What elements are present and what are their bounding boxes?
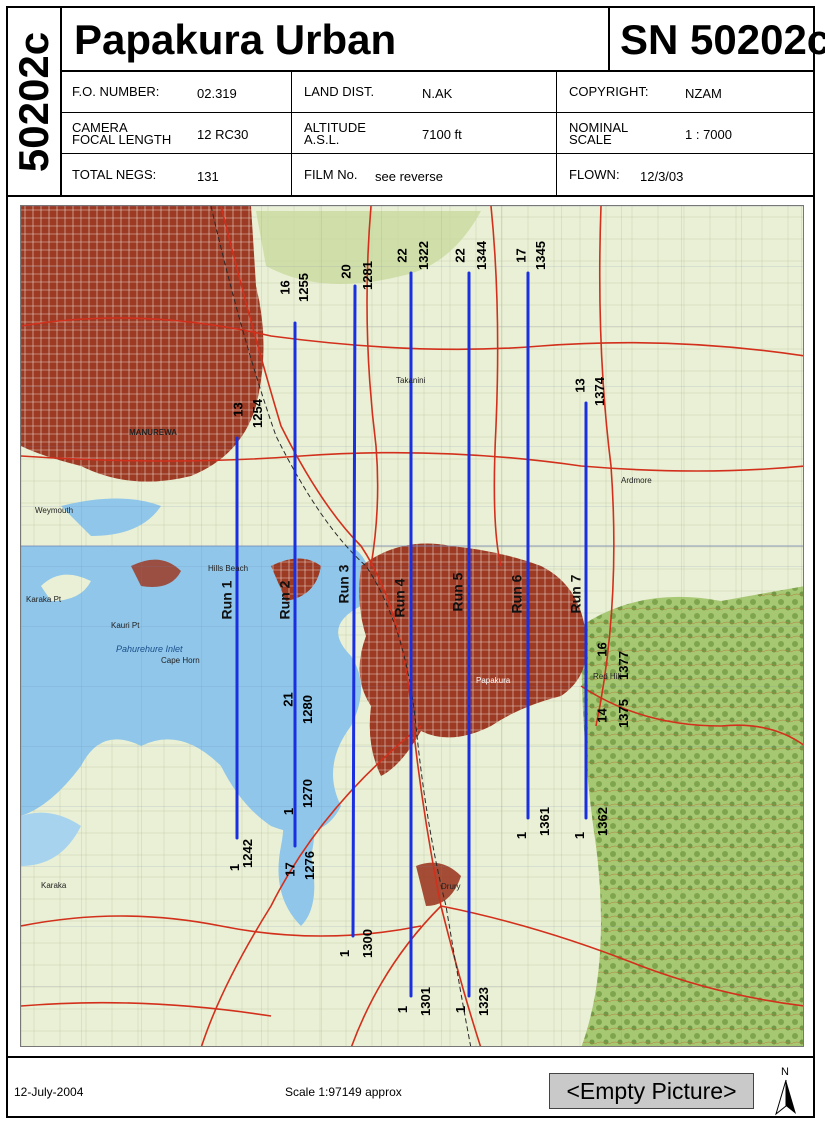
run-7-mid2-frame: 1375 [615, 699, 631, 728]
footer-scale: Scale 1:97149 approx [285, 1085, 402, 1099]
run-2-mid2-frame: 1270 [299, 779, 315, 808]
run-7-mid-frame: 1377 [615, 651, 631, 680]
total-negs-cell: TOTAL NEGS: 131 [62, 154, 292, 195]
run-1-start-film: 13 [230, 402, 246, 417]
fo-number-cell: F.O. NUMBER: 02.319 [62, 72, 292, 113]
total-negs-value: 131 [197, 169, 219, 184]
run-6-label: Run 6 [508, 574, 525, 614]
nominal-scale-value: 1 : 7000 [685, 127, 732, 142]
run-2-mid-frame: 1280 [299, 695, 315, 724]
metadata-row: F.O. NUMBER: 02.319 LAND DIST. N.AK COPY… [62, 72, 813, 113]
run-5-start-film: 22 [452, 248, 468, 263]
copyright-value: NZAM [685, 86, 722, 101]
run-7-mid2-film: 14 [594, 708, 610, 723]
run-2-start-film: 16 [277, 280, 293, 295]
camera-label-line2: FOCAL LENGTH [72, 132, 172, 147]
copyright-label: COPYRIGHT: [569, 84, 649, 99]
metadata-row: TOTAL NEGS: 131 FILM No. see reverse FLO… [62, 154, 813, 195]
altitude-label-line2: A.S.L. [304, 132, 340, 147]
footer: 12-July-2004 Scale 1:97149 approx <Empty… [8, 1056, 813, 1118]
map-sheet: 50202c Papakura Urban SN 50202c F.O. NUM… [6, 6, 825, 1118]
film-no-label: FILM No. [304, 167, 358, 182]
film-no-cell: FILM No. see reverse [292, 154, 557, 195]
film-no-value: see reverse [375, 169, 443, 184]
run-5-start-frame: 1344 [473, 241, 489, 270]
place-label-kauri-pt: Kauri Pt [111, 621, 140, 630]
fo-number-value: 02.319 [197, 86, 237, 101]
run-7-end-frame: 1362 [594, 807, 610, 836]
place-label-karaka: Karaka [41, 881, 67, 890]
north-arrow-icon: N [772, 1066, 802, 1118]
camera-value: 12 RC30 [197, 127, 249, 142]
header-divider [8, 195, 813, 197]
run-6-start-frame: 1345 [532, 241, 548, 270]
land-dist-value: N.AK [422, 86, 453, 101]
place-label-hills-beach: Hills Beach [208, 564, 249, 573]
side-code-panel: 50202c [8, 8, 62, 195]
north-arrow-glyph [775, 1079, 796, 1116]
run-7-mid-film: 16 [594, 642, 610, 657]
run-2-start-frame: 1255 [295, 273, 311, 302]
footer-date: 12-July-2004 [14, 1085, 84, 1099]
run-3-label: Run 3 [335, 564, 352, 604]
altitude-value: 7100 ft [422, 127, 462, 142]
run-4-label: Run 4 [391, 578, 408, 618]
place-label-takanini: Takanini [396, 376, 426, 385]
run-5-end-film: 1 [453, 1005, 469, 1014]
run-4-start-film: 22 [394, 248, 410, 263]
copyright-cell: COPYRIGHT: NZAM [557, 72, 813, 113]
run-2-end-frame: 1276 [301, 851, 317, 880]
place-label-cape-horn: Cape Horn [161, 656, 200, 665]
page-title: Papakura Urban [62, 8, 608, 72]
map-area[interactable]: MANUREWA Weymouth Karaka Pt Cape Horn Pa… [20, 205, 804, 1047]
altitude-cell: ALTITUDE A.S.L. 7100 ft [292, 113, 557, 154]
flown-value: 12/3/03 [640, 169, 684, 184]
place-label-weymouth: Weymouth [35, 506, 74, 515]
land-dist-label: LAND DIST. [304, 84, 375, 99]
camera-cell: CAMERA FOCAL LENGTH 12 RC30 [62, 113, 292, 154]
run-5-label: Run 5 [449, 572, 466, 612]
run-3-start-film: 20 [338, 264, 354, 279]
run-7-label: Run 7 [567, 574, 584, 614]
run-5-end-frame: 1323 [475, 987, 491, 1016]
run-2-mid-film: 21 [280, 692, 296, 707]
run-7-end-film: 1 [572, 831, 588, 840]
place-label-karaka-pt: Karaka Pt [26, 595, 62, 604]
side-code: 50202c [10, 31, 57, 172]
run-3-end-frame: 1300 [359, 929, 375, 958]
run-1-end-frame: 1242 [239, 839, 255, 868]
fo-number-label: F.O. NUMBER: [72, 84, 160, 99]
run-4-end-frame: 1301 [417, 987, 433, 1016]
place-label-ardmore: Ardmore [621, 476, 652, 485]
run-7-start-film: 13 [572, 378, 588, 393]
total-negs-label: TOTAL NEGS: [72, 167, 157, 182]
run-7-start-frame: 1374 [591, 377, 607, 406]
flown-label: FLOWN: [569, 167, 620, 182]
metadata-grid: F.O. NUMBER: 02.319 LAND DIST. N.AK COPY… [62, 72, 813, 195]
run-2-end-film: 17 [282, 862, 298, 877]
run-4-end-film: 1 [395, 1005, 411, 1014]
nominal-scale-label-line2: SCALE [569, 132, 612, 147]
nominal-scale-cell: NOMINAL SCALE 1 : 7000 [557, 113, 813, 154]
run-3-start-frame: 1281 [359, 261, 375, 290]
run-1-label: Run 1 [218, 580, 235, 620]
sortie-number: SN 50202c [608, 8, 825, 72]
run-2-mid2-film: 1 [281, 807, 297, 816]
empty-picture-placeholder: <Empty Picture> [549, 1073, 754, 1109]
run-3-end-film: 1 [337, 949, 353, 958]
run-4-start-frame: 1322 [415, 241, 431, 270]
place-label-drury: Drury [441, 882, 461, 891]
run-6-start-film: 17 [513, 248, 529, 263]
run-6-end-film: 1 [514, 831, 530, 840]
metadata-row: CAMERA FOCAL LENGTH 12 RC30 ALTITUDE A.S… [62, 113, 813, 154]
run-3-line [351, 284, 357, 938]
run-2-label: Run 2 [276, 580, 293, 620]
flown-cell: FLOWN: 12/3/03 [557, 154, 813, 195]
land-dist-cell: LAND DIST. N.AK [292, 72, 557, 113]
place-label-manurewa: MANUREWA [129, 428, 177, 437]
run-1-start-frame: 1254 [249, 399, 265, 428]
place-label-pahurehure-inlet: Pahurehure Inlet [116, 644, 183, 654]
run-6-end-frame: 1361 [536, 807, 552, 836]
place-label-papakura: Papakura [476, 676, 511, 685]
